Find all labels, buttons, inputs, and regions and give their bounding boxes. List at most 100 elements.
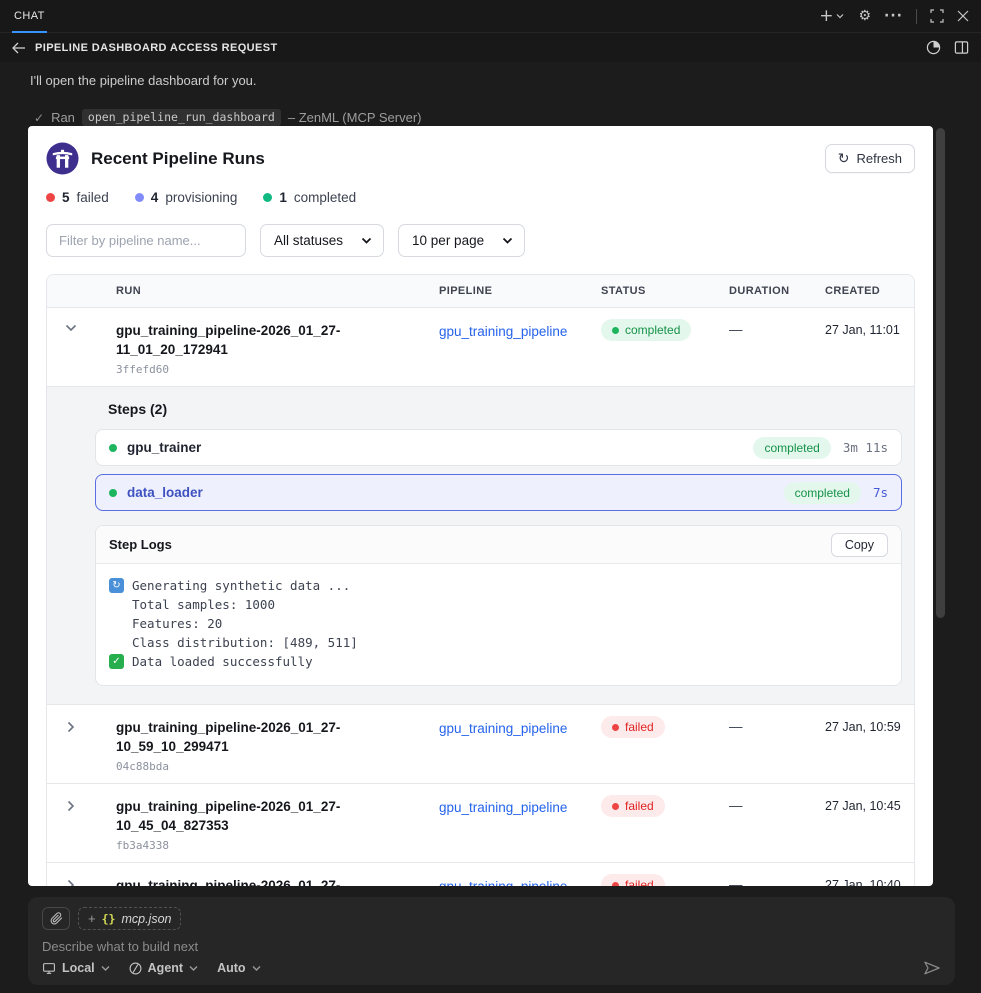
maximize-icon[interactable]: [930, 9, 944, 23]
step-logs-card: Step Logs Copy ↻ Generating synthetic da…: [95, 525, 902, 686]
pipeline-link[interactable]: gpu_training_pipeline: [439, 324, 567, 339]
runs-table: RUN PIPELINE STATUS DURATION CREATED gpu…: [46, 274, 915, 886]
step-row-gpu-trainer[interactable]: gpu_trainer completed 3m 11s: [95, 429, 902, 466]
status-dot: [612, 724, 619, 731]
context-file-chip[interactable]: + {} mcp.json: [78, 907, 181, 930]
expand-row-button[interactable]: [47, 705, 95, 783]
run-row-summary[interactable]: gpu_training_pipeline-2026_01_27- 10_40_…: [47, 863, 914, 886]
step-status-dot: [109, 489, 117, 497]
status-select[interactable]: All statuses: [260, 224, 384, 257]
run-duration: —: [729, 308, 825, 386]
status-dot: [612, 882, 619, 887]
table-header-row: RUN PIPELINE STATUS DURATION CREATED: [47, 275, 914, 308]
check-emoji-icon: ✓: [109, 654, 124, 669]
step-name: gpu_trainer: [127, 440, 201, 455]
more-actions-icon[interactable]: ···: [884, 9, 903, 23]
close-icon[interactable]: [957, 10, 969, 22]
chevron-right-icon: [67, 879, 75, 886]
run-duration: —: [729, 784, 825, 862]
status-dot: [612, 803, 619, 810]
pipeline-filter-input[interactable]: [46, 224, 246, 257]
zenml-logo: [46, 142, 79, 175]
summary-failed: 5 failed: [46, 190, 109, 205]
split-editor-icon[interactable]: [954, 40, 969, 55]
context-file-name: mcp.json: [121, 912, 171, 926]
status-dot: [612, 327, 619, 334]
failed-label: failed: [77, 190, 109, 205]
copy-logs-button[interactable]: Copy: [831, 533, 888, 557]
status-badge: failed: [601, 795, 665, 817]
run-name: gpu_training_pipeline-2026_01_27- 10_45_…: [116, 797, 429, 835]
scrollbar-thumb[interactable]: [936, 128, 945, 618]
step-row-data-loader[interactable]: data_loader completed 7s: [95, 474, 902, 511]
status-badge: completed: [601, 319, 691, 341]
tab-chat[interactable]: CHAT: [12, 0, 47, 33]
plus-icon: +: [88, 911, 96, 926]
chat-tab-label: CHAT: [14, 10, 45, 22]
mode-value: Agent: [148, 961, 183, 975]
table-row: gpu_training_pipeline-2026_01_27- 11_01_…: [47, 308, 914, 705]
status-badge: failed: [601, 874, 665, 886]
run-created: 27 Jan, 10:59: [825, 705, 914, 783]
environment-select[interactable]: Local: [42, 961, 110, 975]
expand-row-button[interactable]: [47, 784, 95, 862]
col-run: RUN: [95, 285, 439, 297]
send-icon: [923, 960, 941, 976]
agent-icon: [129, 962, 142, 975]
refresh-button[interactable]: ↻ Refresh: [825, 144, 915, 173]
tool-name-chip: open_pipeline_run_dashboard: [82, 109, 281, 126]
run-created: 27 Jan, 11:01: [825, 308, 914, 386]
mode-select[interactable]: Agent: [129, 961, 198, 975]
message-input[interactable]: [42, 939, 941, 957]
pipeline-link[interactable]: gpu_training_pipeline: [439, 879, 567, 886]
tool-call-row[interactable]: ✓ Ran open_pipeline_run_dashboard – ZenM…: [34, 109, 422, 126]
refresh-icon: ↻: [838, 152, 850, 166]
log-line: Class distribution: [489, 511]: [109, 633, 888, 652]
pipeline-dashboard-card: Recent Pipeline Runs ↻ Refresh 5 failed …: [28, 126, 933, 886]
summary-completed: 1 completed: [263, 190, 356, 205]
tool-ran-label: Ran: [51, 110, 75, 125]
step-status-badge: completed: [753, 437, 830, 459]
run-id: 3ffefd60: [116, 363, 429, 376]
back-arrow-icon[interactable]: [12, 42, 26, 54]
usage-pie-icon[interactable]: [926, 40, 941, 55]
new-chat-button[interactable]: +: [819, 8, 845, 25]
attach-button[interactable]: [42, 907, 70, 930]
run-name: gpu_training_pipeline-2026_01_27- 10_40_…: [116, 876, 429, 886]
chevron-down-icon: [65, 324, 77, 332]
send-button[interactable]: [923, 960, 941, 976]
json-braces-icon: {}: [102, 912, 116, 926]
run-row-summary[interactable]: gpu_training_pipeline-2026_01_27- 11_01_…: [47, 308, 914, 386]
paperclip-icon: [50, 912, 63, 925]
model-select[interactable]: Auto: [217, 961, 260, 975]
expand-row-button[interactable]: [47, 863, 95, 886]
collapse-row-button[interactable]: [47, 308, 95, 386]
log-line: Features: 20: [109, 614, 888, 633]
col-duration: DURATION: [729, 285, 825, 297]
conversation-header: PIPELINE DASHBOARD ACCESS REQUEST: [0, 33, 981, 62]
step-logs-title: Step Logs: [109, 537, 172, 552]
status-summary: 5 failed 4 provisioning 1 completed: [46, 190, 915, 205]
table-row: gpu_training_pipeline-2026_01_27- 10_45_…: [47, 784, 914, 863]
gear-icon[interactable]: ⚙: [858, 9, 871, 23]
plus-icon: +: [819, 8, 833, 25]
run-row-summary[interactable]: gpu_training_pipeline-2026_01_27- 10_45_…: [47, 784, 914, 862]
pipeline-link[interactable]: gpu_training_pipeline: [439, 800, 567, 815]
assistant-message: I'll open the pipeline dashboard for you…: [30, 73, 257, 88]
pipeline-link[interactable]: gpu_training_pipeline: [439, 721, 567, 736]
tool-server-label: – ZenML (MCP Server): [288, 110, 422, 125]
card-header: Recent Pipeline Runs ↻ Refresh: [46, 142, 915, 175]
run-row-summary[interactable]: gpu_training_pipeline-2026_01_27- 10_59_…: [47, 705, 914, 783]
step-logs-header: Step Logs Copy: [96, 526, 901, 564]
log-line: ✓ Data loaded successfully: [109, 652, 888, 671]
chevron-right-icon: [67, 721, 75, 733]
refresh-label: Refresh: [856, 151, 902, 166]
title-bar: CHAT + ⚙ ···: [0, 0, 981, 33]
completed-label: completed: [294, 190, 356, 205]
run-details-panel: Steps (2) gpu_trainer completed 3m 11s d…: [47, 386, 914, 704]
per-page-select-value: 10 per page: [412, 233, 484, 248]
run-name: gpu_training_pipeline-2026_01_27- 10_59_…: [116, 718, 429, 756]
spinner-emoji-icon: ↻: [109, 578, 124, 593]
per-page-select[interactable]: 10 per page: [398, 224, 525, 257]
chevron-down-icon: [502, 237, 513, 245]
